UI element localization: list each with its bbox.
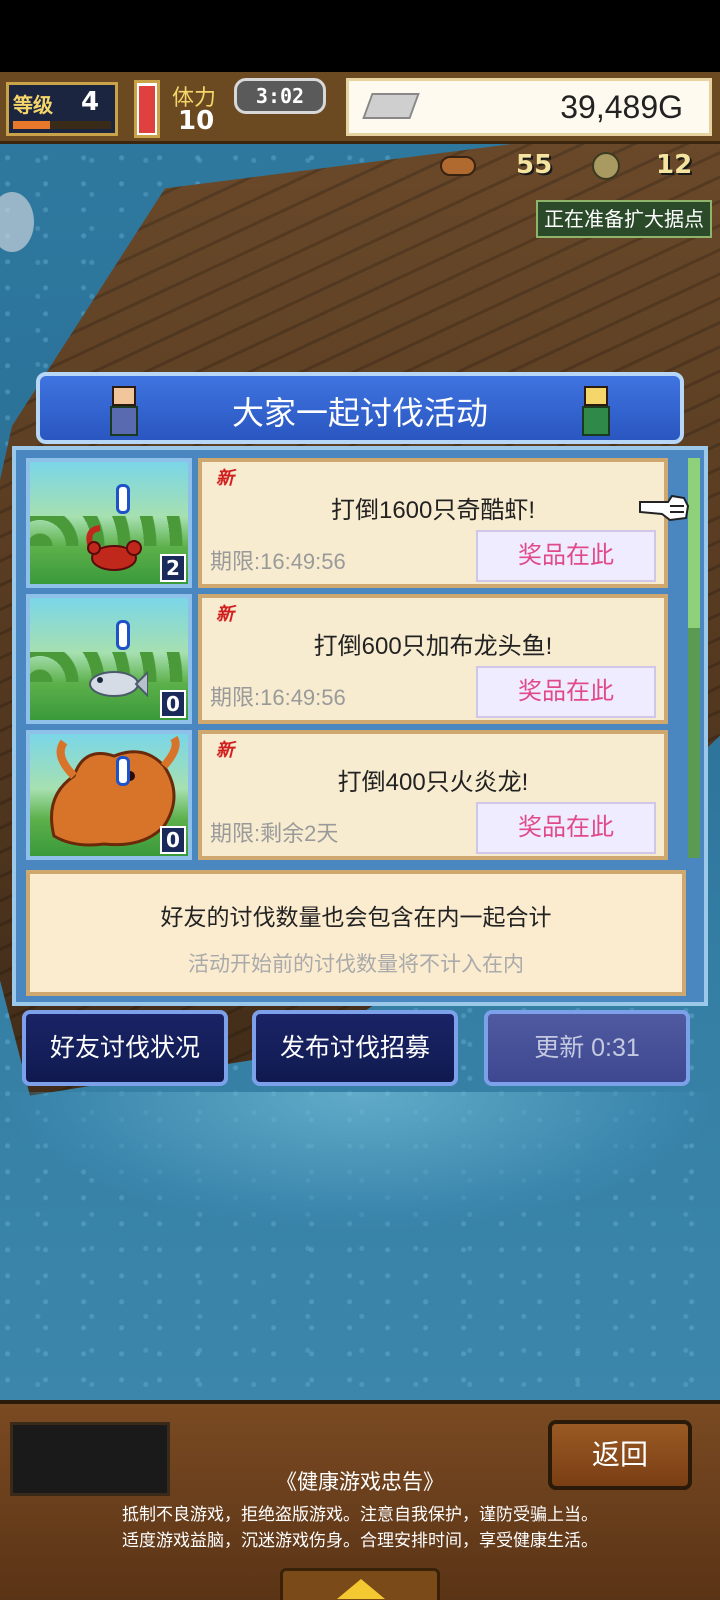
silver-ingot-icon [362,93,420,119]
red-scorpion-icon [86,525,142,571]
health-notice-line-2: 适度游戏益脑，沉迷游戏伤身。合理安排时间，享受健康生活。 [122,1531,598,1550]
new-tag: 新 [216,604,234,625]
monster-thumbnail: 0 [26,730,192,860]
event-panel: 2 新 打倒1600只奇酷虾! 期限:16:49:56 奖品在此 0 新 打倒6… [12,446,708,1006]
gold-panel[interactable]: 39,489G [346,78,712,136]
level-label: 等级 [13,93,53,117]
exp-bar-fill [13,121,51,129]
quest-card: 新 打倒400只火炎龙! 期限:剩余2天 奖品在此 [198,730,668,860]
stamina-value: 10 [178,106,215,136]
fish-icon [440,156,476,176]
shoreline-foam [0,1092,720,1232]
prize-button[interactable]: 奖品在此 [476,802,656,854]
quest-deadline: 期限:16:49:56 [210,549,346,574]
quest-title: 打倒1600只奇酷虾! [330,497,536,524]
monster-thumbnail: 0 [26,594,192,724]
exp-bar [13,121,111,129]
bottom-bar: 返回 《健康游戏忠告》 抵制不良游戏，拒绝盗版游戏。注意自我保护，谨防受骗上当。… [0,1400,720,1600]
quest-card: 新 打倒1600只奇酷虾! 期限:16:49:56 奖品在此 [198,458,668,588]
health-notice-line-1: 抵制不良游戏，拒绝盗版游戏。注意自我保护，谨防受骗上当。 [122,1505,598,1524]
monster-thumbnail: 2 [26,458,192,588]
health-notice-title: 《健康游戏忠告》 [276,1471,444,1494]
friend-status-button[interactable]: 好友讨伐状况 [22,1010,228,1086]
exclamation-icon [116,756,130,786]
level-indicator[interactable]: 等级 4 [6,82,118,136]
kill-count-badge: 0 [160,690,186,718]
game-clock: 3:02 [234,78,326,114]
scrollbar-thumb[interactable] [688,458,700,628]
silver-fish-icon [89,670,148,698]
hero-head [584,386,608,406]
prize-button[interactable]: 奖品在此 [476,666,656,718]
quest-item[interactable]: 0 新 打倒600只加布龙头鱼! 期限:16:49:56 奖品在此 [26,594,686,724]
quest-card: 新 打倒600只加布龙头鱼! 期限:16:49:56 奖品在此 [198,594,668,724]
hero-body [582,406,610,436]
stamina-gauge [134,80,160,138]
kill-count-badge: 0 [160,826,186,854]
refresh-button[interactable]: 更新 0:31 [484,1010,690,1086]
prize-button[interactable]: 奖品在此 [476,530,656,582]
exclamation-icon [116,620,130,650]
top-hud: 等级 4 体力 10 3:02 39,489G [0,72,720,144]
quest-title: 打倒600只加布龙头鱼! [313,633,553,660]
note-main-text: 好友的讨伐数量也会包含在内一起合计 [160,904,552,930]
medal-icon [592,152,620,180]
pointing-hand-icon [639,494,690,522]
expand-menu-button[interactable] [280,1568,440,1600]
quest-deadline: 期限:16:49:56 [210,685,346,710]
kill-count-badge: 2 [160,554,186,582]
expansion-status-badge: 正在准备扩大据点 [536,200,712,238]
status-bar [0,0,720,72]
level-value: 4 [81,87,100,117]
quest-title: 打倒400只火炎龙! [337,769,529,796]
stamina-gauge-fill [139,85,155,133]
new-tag: 新 [216,468,234,489]
medal-count: 12 [656,150,693,180]
hero-sprite-right [572,380,620,440]
exclamation-icon [116,484,130,514]
event-title-banner: 大家一起讨伐活动 [36,372,684,444]
stamina-counter: 体力 10 [170,80,230,138]
note-sub-text: 活动开始前的讨伐数量将不计入在内 [188,953,524,976]
quest-item[interactable]: 0 新 打倒400只火炎龙! 期限:剩余2天 奖品在此 [26,730,686,860]
new-tag: 新 [216,740,234,761]
resource-row: 55 12 [440,150,716,184]
quest-item[interactable]: 2 新 打倒1600只奇酷虾! 期限:16:49:56 奖品在此 [26,458,686,588]
up-arrow-icon [337,1579,385,1599]
event-note: 好友的讨伐数量也会包含在内一起合计 活动开始前的讨伐数量将不计入在内 [26,870,686,996]
fish-count: 55 [516,150,553,180]
quest-deadline: 期限:剩余2天 [210,821,339,846]
gold-value: 39,489G [560,89,683,125]
publish-recruit-button[interactable]: 发布讨伐招募 [252,1010,458,1086]
